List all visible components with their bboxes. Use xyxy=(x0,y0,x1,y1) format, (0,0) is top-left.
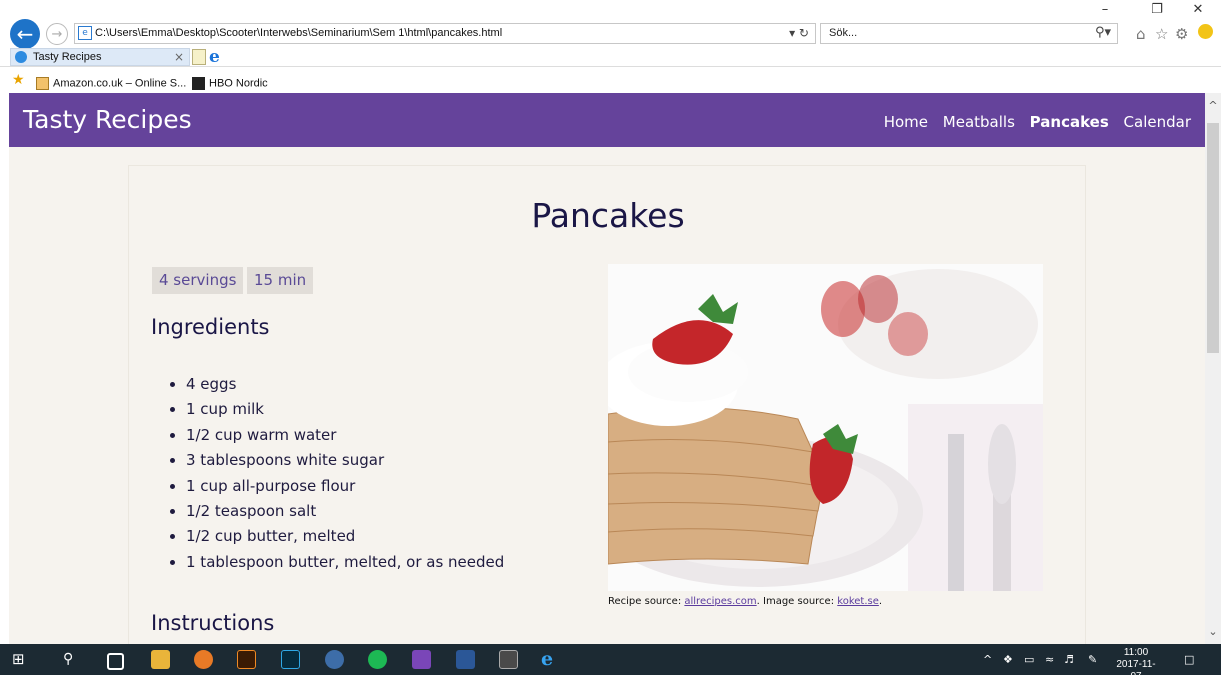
favorites-star-icon[interactable]: ☆ xyxy=(1155,25,1168,43)
ie-tab-favicon xyxy=(15,51,27,63)
site-navbar: Tasty Recipes Home Meatballs Pancakes Ca… xyxy=(9,93,1205,147)
battery-icon[interactable]: ▭ xyxy=(1024,653,1034,666)
credit-recipe-label: Recipe source: xyxy=(608,596,685,607)
source-credit: Recipe source: allrecipes.com. Image sou… xyxy=(608,596,882,607)
search-box[interactable]: Sök... ⚲▾ xyxy=(820,23,1118,44)
action-center-icon[interactable]: □ xyxy=(1184,653,1194,666)
favorite-amazon[interactable]: Amazon.co.uk – Online S... xyxy=(36,73,186,92)
nav-calendar[interactable]: Calendar xyxy=(1124,113,1191,131)
feedback-smiley-icon[interactable] xyxy=(1198,24,1213,39)
word-icon[interactable] xyxy=(456,650,475,669)
ingredient-item: 1 cup all-purpose flour xyxy=(186,474,504,499)
spotify-icon[interactable] xyxy=(368,650,387,669)
command-prompt-icon[interactable] xyxy=(499,650,518,669)
page-scrollbar[interactable]: ^ ⌄ xyxy=(1205,93,1221,644)
tab-label: Tasty Recipes xyxy=(33,51,102,63)
visual-studio-icon[interactable] xyxy=(412,650,431,669)
instructions-heading: Instructions xyxy=(151,611,275,635)
favorite-amazon-label: Amazon.co.uk – Online S... xyxy=(53,77,187,90)
clock-date: 2017-11-07 xyxy=(1116,659,1156,682)
nav-home[interactable]: Home xyxy=(884,113,928,131)
ingredient-item: 1 cup milk xyxy=(186,397,504,422)
clock-time: 11:00 xyxy=(1123,647,1149,658)
nav-links: Home Meatballs Pancakes Calendar xyxy=(874,113,1191,131)
tab-tasty-recipes[interactable]: Tasty Recipes × xyxy=(10,48,190,66)
ingredient-item: 1/2 cup warm water xyxy=(186,423,504,448)
koket-link[interactable]: koket.se xyxy=(837,596,879,607)
web-page: Tasty Recipes Home Meatballs Pancakes Ca… xyxy=(9,93,1205,644)
file-explorer-icon[interactable] xyxy=(151,650,170,669)
time-badge: 15 min xyxy=(247,267,314,294)
search-icon[interactable]: ⚲▾ xyxy=(1095,25,1111,40)
page-icon: e xyxy=(78,26,92,40)
address-tools[interactable]: ▾ ↻ xyxy=(789,26,809,40)
hbo-icon xyxy=(192,77,205,90)
nav-meatballs[interactable]: Meatballs xyxy=(943,113,1015,131)
credit-image-label: . Image source: xyxy=(756,596,838,607)
restore-button[interactable]: ❐ xyxy=(1147,2,1167,17)
ingredient-item: 4 eggs xyxy=(186,372,504,397)
browser-chrome: – ❐ ✕ ← → e C:\Users\Emma\Desktop\Scoote… xyxy=(0,0,1221,93)
forward-button[interactable]: → xyxy=(46,23,68,45)
firefox-icon[interactable] xyxy=(194,650,213,669)
windows-start-icon[interactable]: ⊞ xyxy=(12,650,31,669)
windows-taskbar: ⊞ ⚲ e ^ ❖ ▭ ≈ ♬ ✎ 11:00 2017-11-07 □ xyxy=(0,644,1221,682)
ingredient-item: 3 tablespoons white sugar xyxy=(186,448,504,473)
pancake-image xyxy=(608,264,1043,591)
illustrator-icon[interactable] xyxy=(237,650,256,669)
recipe-card: Pancakes 4 servings 15 min Ingredients 4… xyxy=(128,165,1086,644)
address-text[interactable]: C:\Users\Emma\Desktop\Scooter\Interwebs\… xyxy=(95,27,502,39)
recipe-title: Pancakes xyxy=(531,196,685,235)
favorites-bar-star-icon[interactable]: ★ xyxy=(12,72,25,88)
photoshop-icon[interactable] xyxy=(281,650,300,669)
ingredient-item: 1 tablespoon butter, melted, or as neede… xyxy=(186,550,504,575)
system-clock[interactable]: 11:00 2017-11-07 xyxy=(1116,647,1156,683)
site-title[interactable]: Tasty Recipes xyxy=(23,105,192,134)
ingredient-item: 1/2 teaspoon salt xyxy=(186,499,504,524)
servings-badge: 4 servings xyxy=(152,267,244,294)
task-view-icon[interactable] xyxy=(107,653,124,670)
ie-logo-icon[interactable]: e xyxy=(209,47,220,67)
back-button[interactable]: ← xyxy=(10,19,40,49)
tray-chevron-icon[interactable]: ^ xyxy=(983,653,992,666)
tabstrip-divider xyxy=(0,66,1221,67)
internet-explorer-icon[interactable]: e xyxy=(541,650,560,669)
steam-icon[interactable] xyxy=(325,650,344,669)
nav-pancakes[interactable]: Pancakes xyxy=(1030,113,1109,131)
close-window-button[interactable]: ✕ xyxy=(1188,2,1208,17)
favorite-hbo-label: HBO Nordic xyxy=(209,77,268,90)
address-bar[interactable]: e C:\Users\Emma\Desktop\Scooter\Interweb… xyxy=(74,23,816,44)
scroll-up-arrow-icon[interactable]: ^ xyxy=(1205,99,1221,112)
scroll-down-arrow-icon[interactable]: ⌄ xyxy=(1205,625,1221,638)
ingredients-heading: Ingredients xyxy=(151,315,270,339)
tab-close-icon[interactable]: × xyxy=(174,50,184,64)
scroll-thumb[interactable] xyxy=(1207,123,1219,353)
allrecipes-link[interactable]: allrecipes.com xyxy=(684,596,756,607)
ingredients-list: 4 eggs 1 cup milk 1/2 cup warm water 3 t… xyxy=(164,372,504,575)
amazon-icon xyxy=(36,77,49,90)
search-placeholder[interactable]: Sök... xyxy=(829,27,857,39)
ingredient-item: 1/2 cup butter, melted xyxy=(186,524,504,549)
home-icon[interactable]: ⌂ xyxy=(1136,25,1146,43)
volume-icon[interactable]: ♬ xyxy=(1064,653,1074,666)
credit-end: . xyxy=(878,596,883,607)
new-tab-icon[interactable] xyxy=(192,49,206,65)
favorite-hbo[interactable]: HBO Nordic xyxy=(192,73,268,92)
minimize-button[interactable]: – xyxy=(1095,2,1115,17)
pen-icon[interactable]: ✎ xyxy=(1088,653,1097,666)
pancake-illustration xyxy=(608,264,1043,591)
search-taskbar-icon[interactable]: ⚲ xyxy=(63,650,82,669)
settings-gear-icon[interactable]: ⚙ xyxy=(1175,25,1188,43)
wifi-icon[interactable]: ≈ xyxy=(1045,653,1054,666)
dropbox-tray-icon[interactable]: ❖ xyxy=(1003,653,1013,666)
